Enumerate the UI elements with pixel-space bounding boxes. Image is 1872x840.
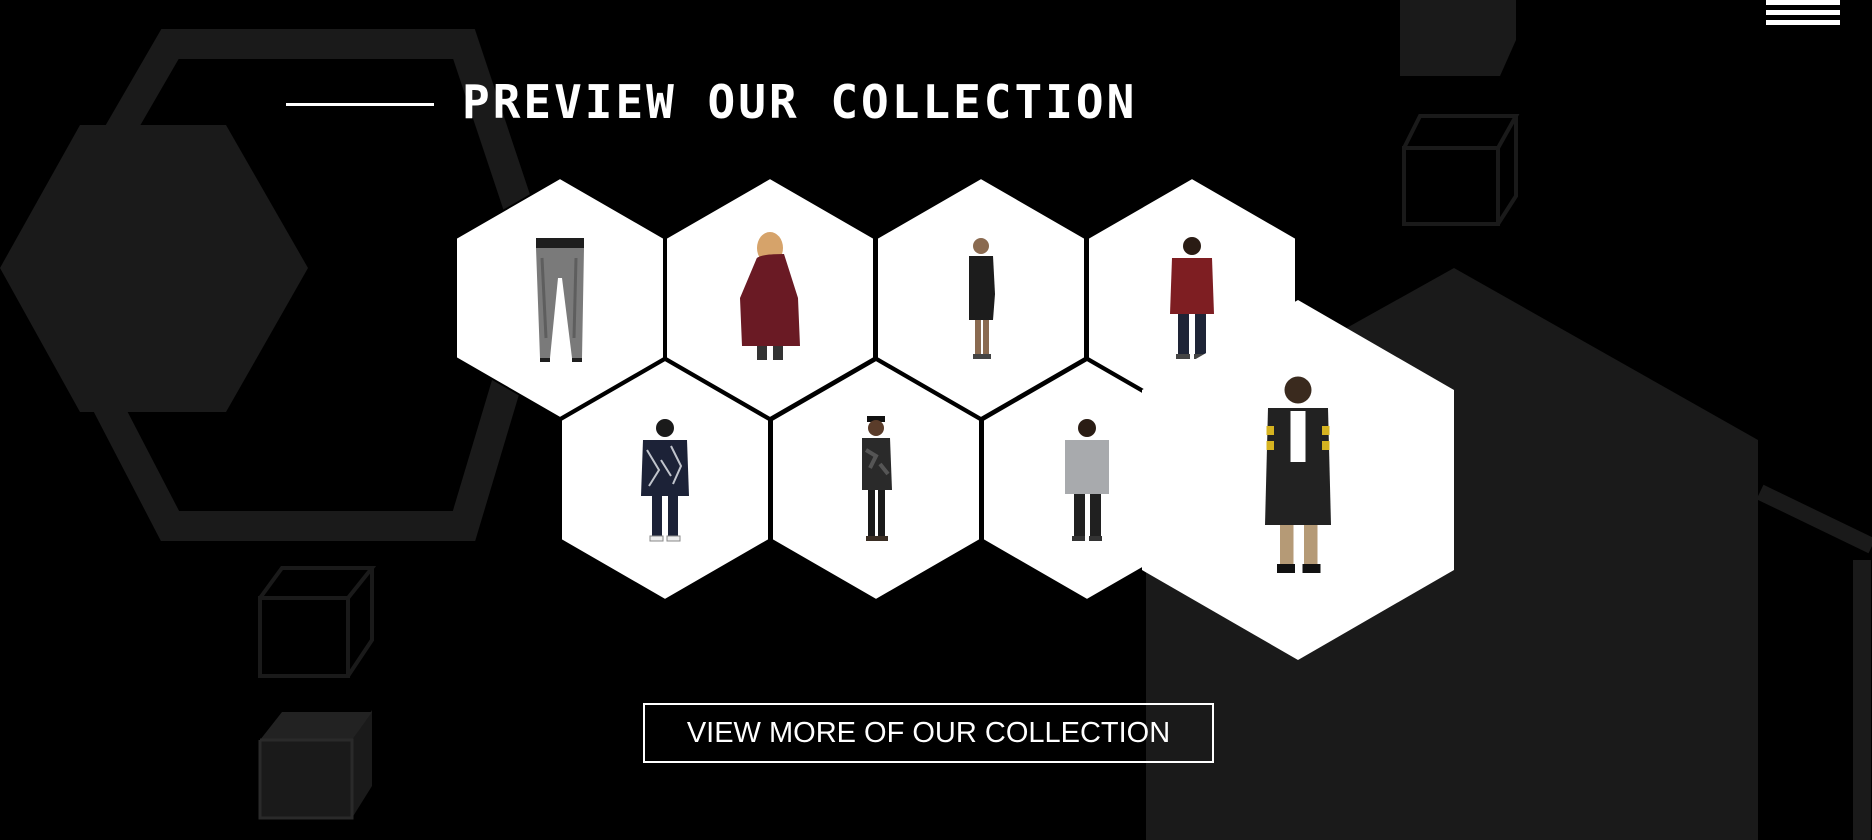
view-more-collection-button[interactable]: VIEW MORE OF OUR COLLECTION [643, 703, 1214, 763]
collection-preview-page: PREVIEW OUR COLLECTION VIEW MORE OF OUR … [0, 0, 1872, 840]
